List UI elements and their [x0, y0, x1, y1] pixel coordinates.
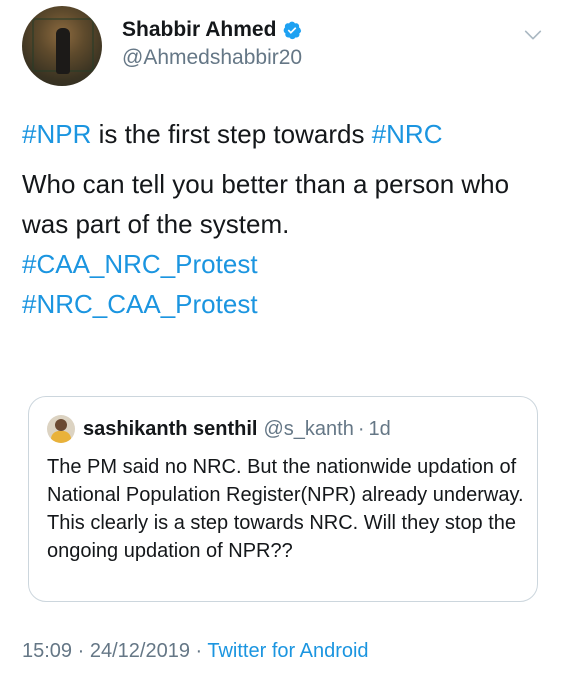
tweet-source-link[interactable]: Twitter for Android [207, 640, 368, 662]
tweet-time[interactable]: 15:09 [22, 640, 72, 662]
tweet-line-1: #NPR is the first step towards #NRC [22, 114, 552, 154]
quoted-author-avatar [47, 415, 75, 443]
quoted-separator: · [357, 417, 365, 440]
quoted-tweet-text: The PM said no NRC. But the nationwide u… [47, 456, 524, 562]
verified-badge-icon [284, 21, 302, 40]
hashtag-link[interactable]: #NPR [22, 119, 91, 149]
quoted-author-display-name: sashikanth senthil [83, 417, 258, 440]
tweet-date[interactable]: 24/12/2019 [90, 640, 190, 662]
meta-separator: · [189, 640, 208, 662]
author-name-row: Shabbir Ahmed [122, 18, 302, 42]
avatar-figure-head [55, 419, 67, 431]
avatar-figure-body [51, 431, 71, 443]
author-display-name[interactable]: Shabbir Ahmed [122, 18, 276, 42]
tweet-paragraph-2: Who can tell you better than a person wh… [22, 164, 552, 244]
tweet-meta: 15:09 · 24/12/2019 · Twitter for Android [22, 640, 369, 663]
tweet-text-segment: Who can tell you better than a person wh… [22, 169, 510, 239]
quoted-tweet-header: sashikanth senthil @s_kanth · 1d [47, 415, 391, 443]
avatar-figure [56, 28, 70, 74]
author-avatar[interactable] [22, 6, 102, 86]
hashtag-link[interactable]: #CAA_NRC_Protest [22, 249, 258, 279]
hashtag-line: #CAA_NRC_Protest [22, 244, 552, 284]
tweet-text-segment: is the first step towards [91, 119, 372, 149]
tweet-text: #NPR is the first step towards #NRC Who … [22, 114, 552, 324]
quoted-author-handle: @s_kanth [263, 417, 354, 440]
hashtag-link[interactable]: #NRC [372, 119, 443, 149]
chevron-down-icon[interactable] [522, 24, 544, 46]
meta-separator: · [72, 640, 90, 662]
author-handle[interactable]: @Ahmedshabbir20 [122, 46, 302, 70]
quoted-timestamp: 1d [368, 417, 391, 440]
tweet-header: Shabbir Ahmed @Ahmedshabbir20 [22, 6, 552, 86]
quoted-tweet[interactable]: sashikanth senthil @s_kanth · 1d The PM … [28, 396, 538, 602]
hashtag-link[interactable]: #NRC_CAA_Protest [22, 289, 258, 319]
hashtag-line: #NRC_CAA_Protest [22, 284, 552, 324]
